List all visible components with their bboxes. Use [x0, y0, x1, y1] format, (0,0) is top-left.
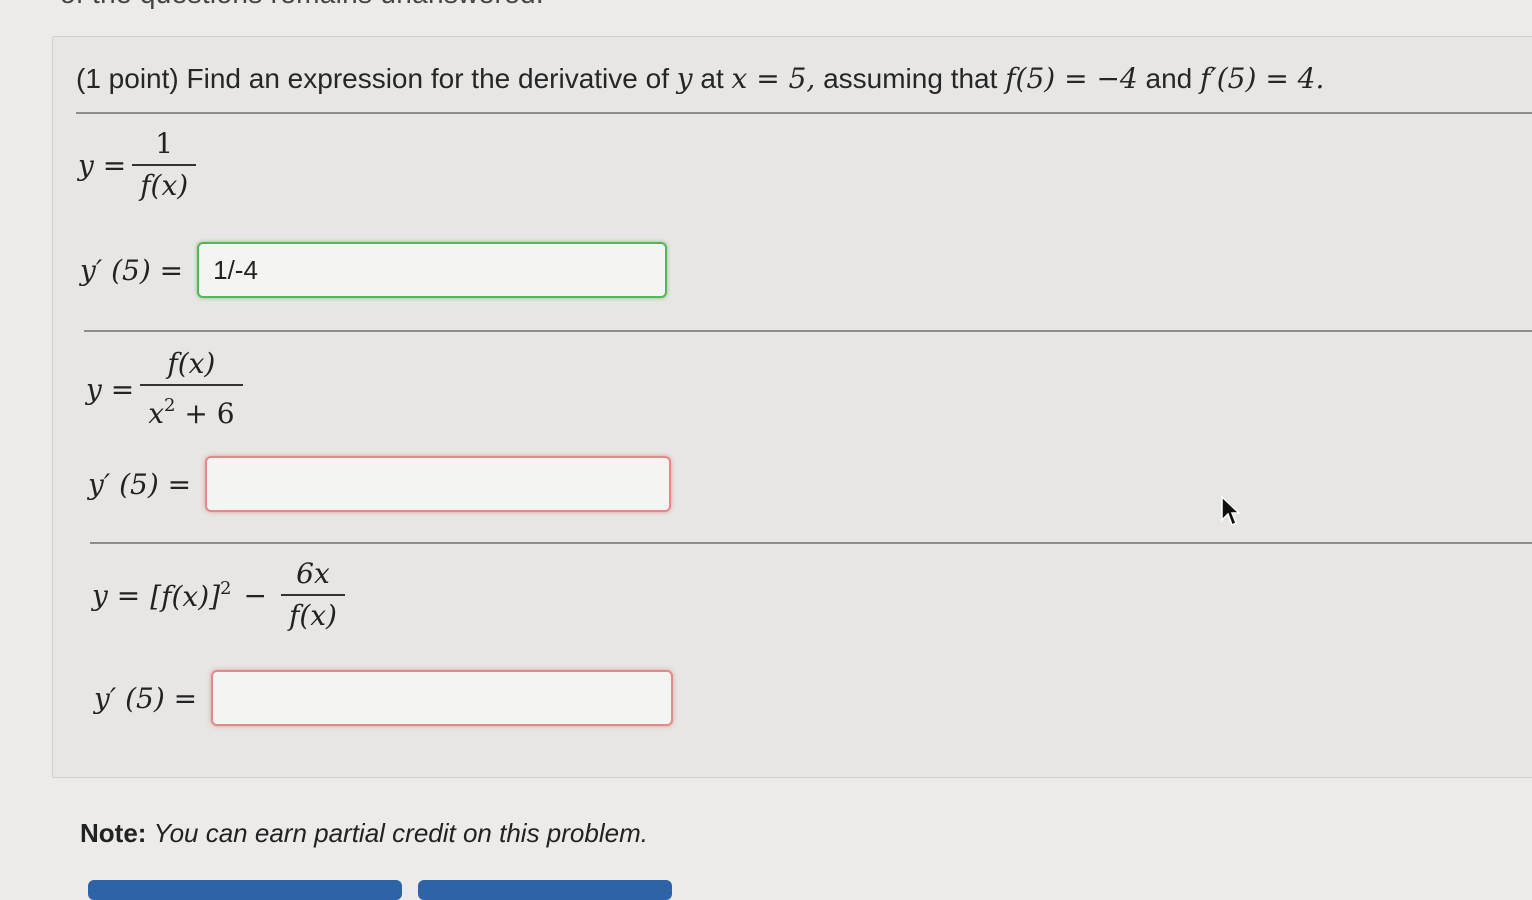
part3-bracket: [f(x)]: [150, 579, 221, 613]
part1-equation: y = 1 f(x): [78, 124, 202, 206]
part2-answer-row: y′ (5) =: [88, 456, 672, 512]
question-prefix: (1 point) Find an expression for the der…: [76, 63, 669, 94]
question-f5: f(5) = −4: [1005, 62, 1138, 95]
part2-numerator: f(x): [167, 347, 216, 380]
part3-fraction: 6x f(x): [280, 554, 345, 636]
part2-y-label: y =: [86, 372, 135, 406]
submit-button[interactable]: [88, 880, 402, 900]
part3-bracket-exp: 2: [220, 577, 232, 599]
part2-den-exp: 2: [163, 395, 176, 416]
part1-answer-input[interactable]: 1/-4: [197, 242, 668, 298]
question-assuming: assuming that: [823, 63, 998, 94]
question-x-eq: x = 5,: [731, 62, 816, 95]
part3-numerator: 6x: [296, 557, 330, 590]
question-at: at: [700, 63, 724, 94]
problem-card: [52, 36, 1532, 778]
part1-numerator: 1: [155, 127, 174, 160]
part1-answer-label: y′ (5) =: [80, 253, 184, 287]
divider: [90, 542, 1532, 544]
part3-answer-row: y′ (5) =: [94, 670, 674, 726]
note-text: You can earn partial credit on this prob…: [153, 818, 648, 848]
part2-answer-label: y′ (5) =: [88, 467, 192, 501]
part3-y-label: y =: [92, 578, 141, 612]
part2-answer-input[interactable]: [205, 456, 672, 512]
question-fp5: f′(5) = 4.: [1200, 62, 1325, 95]
mouse-pointer-icon: [1221, 496, 1240, 527]
partial-credit-note: Note: You can earn partial credit on thi…: [80, 818, 648, 849]
question-text: (1 point) Find an expression for the der…: [76, 62, 1324, 95]
divider: [84, 330, 1532, 332]
part1-y-label: y =: [78, 148, 127, 182]
part1-denominator: f(x): [140, 169, 189, 202]
part3-denominator: f(x): [288, 599, 337, 632]
part1-answer-row: y′ (5) = 1/-4: [80, 242, 668, 298]
question-and: and: [1145, 63, 1193, 94]
part2-den-rest: + 6: [184, 397, 235, 430]
preview-button[interactable]: [418, 880, 672, 900]
part2-denominator: x2 + 6: [140, 386, 242, 434]
part3-answer-input[interactable]: [211, 670, 674, 726]
part1-fraction: 1 f(x): [132, 124, 197, 206]
part2-equation: y = f(x) x2 + 6: [86, 344, 249, 434]
question-var-y: y: [676, 62, 693, 95]
divider: [76, 112, 1532, 114]
part3-bracket-term: [f(x)]2: [150, 578, 231, 613]
part3-minus: −: [243, 578, 267, 612]
part3-equation: y = [f(x)]2 − 6x f(x): [92, 554, 351, 636]
part2-fraction: f(x) x2 + 6: [140, 344, 243, 434]
part2-den-base: x: [148, 397, 164, 430]
header-fragment: of the questions remains unanswered.: [60, 0, 544, 10]
part3-answer-label: y′ (5) =: [94, 681, 198, 715]
note-label: Note:: [80, 818, 147, 848]
